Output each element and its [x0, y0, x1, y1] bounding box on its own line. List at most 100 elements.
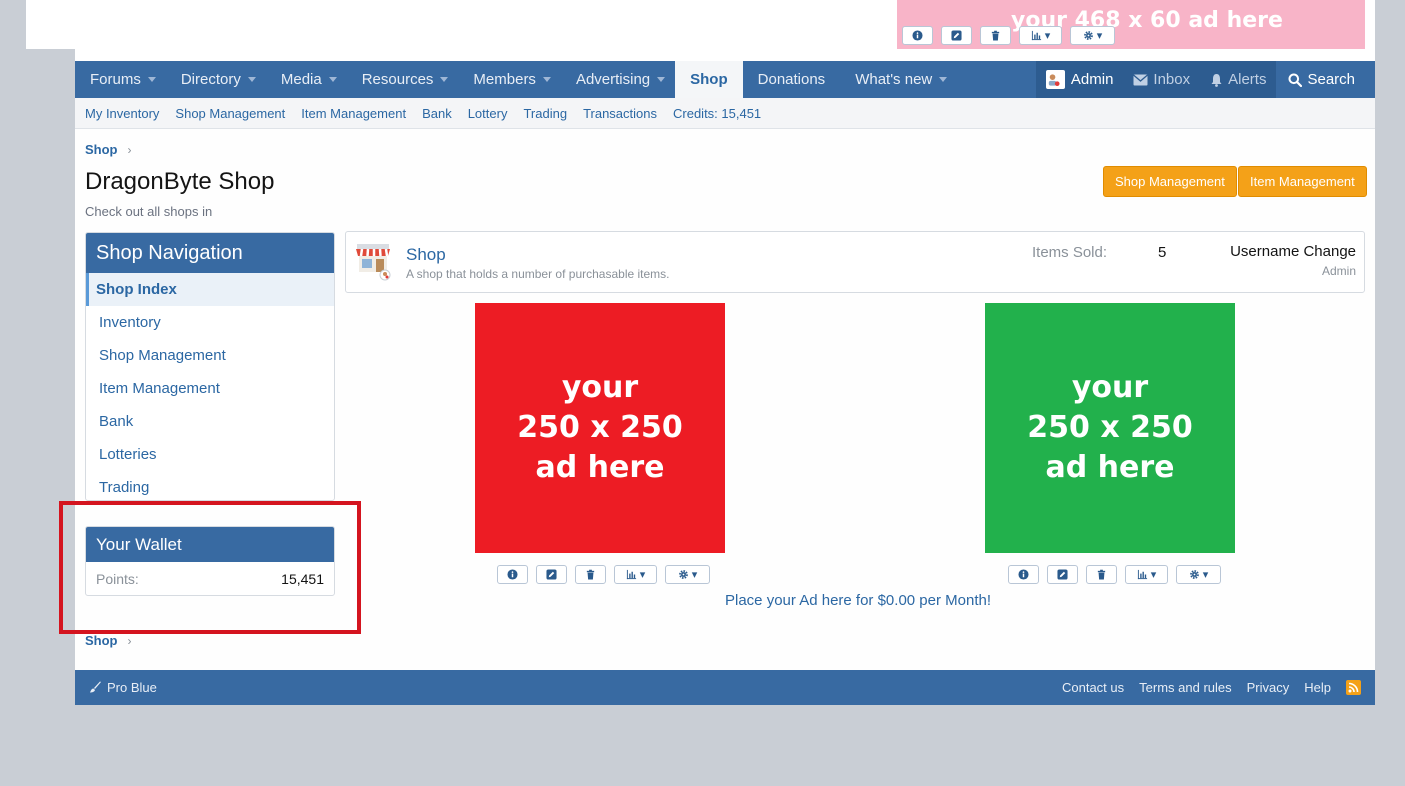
place-ad-link[interactable]: Place your Ad here for $0.00 per Month!: [725, 592, 991, 609]
sidebar-item-trading[interactable]: Trading: [86, 471, 334, 500]
search-button[interactable]: Search: [1276, 61, 1375, 98]
ad-edit-button[interactable]: [941, 26, 972, 45]
chevron-right-icon: ›: [127, 633, 132, 648]
ad-edit-button[interactable]: [536, 565, 567, 584]
tab-resources[interactable]: Resources: [347, 61, 459, 98]
ad-delete-button[interactable]: [1086, 565, 1117, 584]
rss-glyph: [1348, 682, 1359, 693]
subnav-my-inventory[interactable]: My Inventory: [85, 106, 159, 121]
paint-brush-icon: [90, 681, 101, 693]
bar-chart-icon: [1031, 30, 1041, 41]
ad-info-button[interactable]: [902, 26, 933, 45]
ad-delete-button[interactable]: [980, 26, 1011, 45]
latest-item-user[interactable]: Admin: [1322, 264, 1356, 278]
square-ad-left[interactable]: your 250 x 250 ad here: [475, 303, 725, 553]
account-nav: Admin Inbox Alerts: [1035, 61, 1277, 98]
square-ad-left-tools: ▾ ▾: [497, 565, 710, 584]
tab-directory[interactable]: Directory: [166, 61, 266, 98]
sidebar-item-item-management[interactable]: Item Management: [86, 372, 334, 405]
footer: Pro Blue Contact us Terms and rules Priv…: [75, 670, 1375, 705]
caret-down-icon[interactable]: [657, 77, 666, 82]
tab-label: Directory: [180, 71, 241, 88]
latest-item-link[interactable]: Username Change: [1230, 243, 1356, 260]
shop-row: Shop A shop that holds a number of purch…: [345, 231, 1365, 293]
footer-contact-us[interactable]: Contact us: [1062, 680, 1124, 695]
chevron-down-icon: ▾: [1096, 30, 1103, 42]
sidebar-item-bank[interactable]: Bank: [86, 405, 334, 438]
alerts-link[interactable]: Alerts: [1200, 61, 1276, 98]
sidebar-item-inventory[interactable]: Inventory: [86, 306, 334, 339]
caret-down-icon[interactable]: [939, 77, 948, 82]
header-strip-lower: [75, 49, 1375, 61]
inbox-link[interactable]: Inbox: [1123, 61, 1200, 98]
chevron-down-icon: ▾: [1044, 30, 1051, 42]
sidebar-item-lotteries[interactable]: Lotteries: [86, 438, 334, 471]
search-label: Search: [1307, 71, 1355, 88]
inbox-label: Inbox: [1153, 71, 1191, 88]
breadcrumb-bottom[interactable]: Shop ›: [85, 633, 132, 648]
ad-delete-button[interactable]: [575, 565, 606, 584]
footer-terms[interactable]: Terms and rules: [1139, 680, 1231, 695]
ad-stats-button[interactable]: ▾: [1125, 565, 1168, 584]
ad-stats-button[interactable]: ▾: [1019, 26, 1062, 45]
breadcrumb[interactable]: Shop ›: [85, 142, 132, 157]
ad-stats-button[interactable]: ▾: [614, 565, 657, 584]
style-chooser-link[interactable]: Pro Blue: [89, 680, 157, 695]
tab-advertising[interactable]: Advertising: [561, 61, 675, 98]
shop-name-link[interactable]: Shop: [406, 245, 446, 265]
subnav-shop-management[interactable]: Shop Management: [175, 106, 285, 121]
bar-chart-icon: [626, 569, 636, 580]
ad-edit-button[interactable]: [1047, 565, 1078, 584]
trash-icon: [991, 30, 1000, 41]
tab-label: Forums: [90, 71, 141, 88]
page-title: DragonByte Shop: [85, 168, 275, 195]
tab-media[interactable]: Media: [266, 61, 347, 98]
shop-navigation-title: Shop Navigation: [86, 233, 334, 273]
item-management-button[interactable]: Item Management: [1238, 166, 1367, 197]
rss-icon[interactable]: [1346, 680, 1361, 695]
square-ad-right[interactable]: your 250 x 250 ad here: [985, 303, 1235, 553]
caret-down-icon[interactable]: [147, 77, 156, 82]
tab-forums[interactable]: Forums: [75, 61, 166, 98]
shop-description: A shop that holds a number of purchasabl…: [406, 267, 670, 281]
subnav-credits[interactable]: Credits: 15,451: [673, 106, 761, 121]
info-icon: [507, 569, 518, 580]
caret-down-icon[interactable]: [328, 77, 337, 82]
ad-settings-button[interactable]: ▾: [1176, 565, 1221, 584]
items-sold-label: Items Sold:: [1032, 244, 1108, 261]
caret-down-icon[interactable]: [247, 77, 256, 82]
page-description: Check out all shops in: [85, 204, 213, 219]
caret-down-icon[interactable]: [440, 77, 449, 82]
shop-management-button[interactable]: Shop Management: [1103, 166, 1237, 197]
footer-privacy[interactable]: Privacy: [1247, 680, 1290, 695]
subnav-item-management[interactable]: Item Management: [301, 106, 406, 121]
banner-ad-tools: ▾ ▾: [902, 26, 1115, 45]
breadcrumb-item[interactable]: Shop: [85, 633, 118, 648]
gear-icon: [678, 570, 688, 579]
sidebar-item-shop-index[interactable]: Shop Index: [86, 273, 334, 306]
ad-line: ad here: [1045, 450, 1175, 485]
chevron-down-icon: ▾: [639, 569, 646, 581]
ad-settings-button[interactable]: ▾: [665, 565, 710, 584]
tab-label: Shop: [690, 71, 728, 88]
sidebar-item-shop-management[interactable]: Shop Management: [86, 339, 334, 372]
tab-whats-new[interactable]: What's new: [840, 61, 957, 98]
tab-shop[interactable]: Shop: [675, 61, 743, 98]
account-menu[interactable]: Admin: [1036, 61, 1124, 98]
chevron-down-icon: ▾: [1202, 569, 1209, 581]
ad-info-button[interactable]: [1008, 565, 1039, 584]
subnav-transactions[interactable]: Transactions: [583, 106, 657, 121]
ad-settings-button[interactable]: ▾: [1070, 26, 1115, 45]
envelope-icon: [1133, 74, 1149, 85]
tab-members[interactable]: Members: [458, 61, 561, 98]
nav-right: Admin Inbox Alerts Search: [1035, 61, 1375, 98]
tab-donations[interactable]: Donations: [743, 61, 841, 98]
footer-help[interactable]: Help: [1304, 680, 1331, 695]
subnav-trading[interactable]: Trading: [523, 106, 567, 121]
subnav-bank[interactable]: Bank: [422, 106, 452, 121]
breadcrumb-item[interactable]: Shop: [85, 142, 118, 157]
ad-info-button[interactable]: [497, 565, 528, 584]
caret-down-icon[interactable]: [542, 77, 551, 82]
subnav-lottery[interactable]: Lottery: [468, 106, 508, 121]
ad-line: your: [1071, 370, 1149, 405]
